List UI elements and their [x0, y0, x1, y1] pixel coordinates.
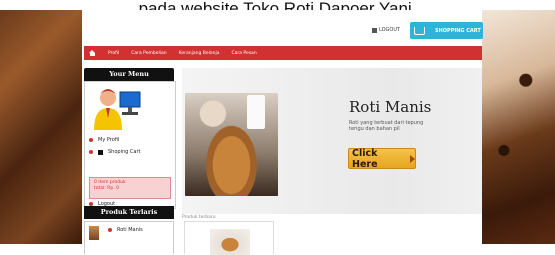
click-here-button[interactable]: Click Here: [348, 147, 416, 170]
nav-item-cara-pembelian[interactable]: Cara Pembelian: [131, 51, 166, 56]
product-card[interactable]: [184, 221, 274, 255]
hero-banner: Roti Manis Roti yang terbuat dari tepung…: [182, 68, 482, 214]
nav-item-profil[interactable]: Profil: [108, 51, 119, 56]
cart-total: total: Rp. 0: [94, 186, 119, 191]
cart-icon: [414, 26, 425, 35]
click-here-label: Click Here: [352, 147, 378, 170]
menu-item-my-profil[interactable]: My Profil: [89, 134, 140, 146]
cart-small-icon: [98, 149, 103, 155]
your-menu-title: Your Menu: [84, 68, 174, 81]
menu-list: My Profil Shoping Cart: [89, 134, 140, 158]
best-seller-item[interactable]: Roti Manis: [108, 227, 143, 233]
milk-bottle-image: [247, 95, 265, 129]
your-menu-box: My Profil Shoping Cart 0 item produk tot…: [84, 81, 176, 209]
shopping-cart-button[interactable]: SHOPPING CART: [410, 22, 483, 39]
lock-icon: [372, 27, 377, 33]
home-icon[interactable]: [89, 50, 96, 56]
nav-item-cara-pesan[interactable]: Cara Pesan: [231, 51, 256, 56]
bullet-icon: [108, 228, 112, 232]
pancake-image: [185, 93, 278, 196]
menu-item-shoping-cart[interactable]: Shoping Cart: [89, 146, 140, 158]
logout-link-label: LOGOUT: [379, 27, 401, 33]
menu-item-label: Shoping Cart: [108, 149, 141, 155]
best-seller-box: Roti Manis: [84, 221, 174, 254]
bullet-icon: [89, 138, 93, 142]
best-seller-thumbnail[interactable]: [89, 226, 99, 240]
bullet-icon: [89, 150, 93, 154]
user-computer-icon: [94, 89, 141, 130]
new-products-label: Produk terbaru: [182, 215, 216, 220]
banner-title: Roti Manis: [349, 98, 432, 116]
product-thumbnail[interactable]: [210, 229, 250, 255]
bread-background-left: [0, 10, 82, 244]
best-seller-item-label: Roti Manis: [117, 227, 143, 233]
menu-item-label: My Profil: [98, 137, 120, 143]
sidebar: Your Menu My Profil Shoping Cart 0 item …: [84, 68, 176, 209]
chocolate-background-right: [482, 10, 555, 244]
nav-item-keranjang-belanja[interactable]: Keranjang Belanja: [179, 51, 220, 56]
main-nav: Profil Cara Pembelian Keranjang Belanja …: [84, 46, 482, 60]
cart-summary-box: 0 item produk total: Rp. 0: [89, 177, 171, 199]
chevron-right-icon: [410, 154, 415, 163]
website-page: LOGOUT SHOPPING CART Profil Cara Pembeli…: [82, 10, 483, 255]
logout-link[interactable]: LOGOUT: [372, 27, 400, 33]
best-seller-title: Produk Terlaris: [84, 206, 174, 219]
shopping-cart-label: SHOPPING CART: [435, 27, 481, 34]
banner-description: Roti yang terbuat dari tepung terigu dan…: [349, 120, 424, 132]
